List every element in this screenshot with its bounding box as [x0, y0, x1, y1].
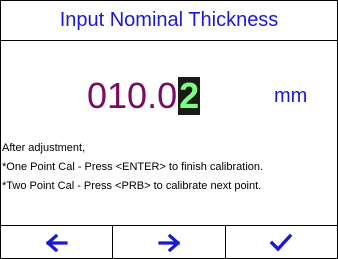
checkmark-icon — [269, 233, 293, 251]
instruction-line-2: *One Point Cal - Press <ENTER> to finish… — [2, 161, 264, 173]
thickness-value-display: 010.0 2 mm — [1, 74, 337, 118]
thickness-value[interactable]: 010.0 2 — [87, 74, 201, 118]
page-title: Input Nominal Thickness — [59, 9, 279, 31]
instructions: After adjustment, *One Point Cal - Press… — [2, 140, 337, 197]
right-softkey[interactable] — [113, 226, 226, 259]
unit-label: mm — [274, 84, 308, 107]
confirm-softkey[interactable] — [226, 226, 337, 259]
thickness-value-digits: 010.0 — [87, 75, 178, 116]
arrow-right-icon — [158, 233, 180, 252]
arrow-left-icon — [45, 233, 68, 252]
instruction-line-3: *Two Point Cal - Press <PRB> to calibrat… — [2, 180, 262, 192]
title-bar: Input Nominal Thickness — [1, 1, 337, 41]
screen-frame: Input Nominal Thickness 010.0 2 mm After … — [0, 0, 338, 259]
left-softkey[interactable] — [1, 226, 114, 259]
instruction-line-1: After adjustment, — [2, 142, 86, 154]
cursor-digit[interactable]: 2 — [178, 77, 201, 115]
softkey-bar — [1, 225, 337, 259]
